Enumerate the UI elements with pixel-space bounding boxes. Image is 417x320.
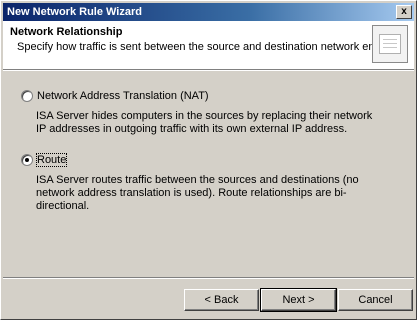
page-subtitle: Specify how traffic is sent between the … bbox=[17, 41, 401, 53]
route-option[interactable]: Route bbox=[21, 153, 68, 167]
nat-option[interactable]: Network Address Translation (NAT) bbox=[21, 90, 209, 102]
next-button[interactable]: Next > bbox=[260, 288, 337, 312]
header-divider bbox=[3, 69, 414, 71]
back-button[interactable]: < Back bbox=[184, 289, 259, 311]
route-radio-button[interactable] bbox=[21, 154, 33, 166]
wizard-page-icon bbox=[372, 25, 408, 63]
cancel-button[interactable]: Cancel bbox=[338, 289, 413, 311]
route-option-label[interactable]: Route bbox=[35, 153, 68, 167]
footer-divider bbox=[3, 277, 414, 279]
title-bar[interactable]: New Network Rule Wizard x bbox=[3, 3, 414, 21]
wizard-window: New Network Rule Wizard x Network Relati… bbox=[0, 0, 417, 320]
page-title: Network Relationship bbox=[10, 26, 123, 38]
window-title: New Network Rule Wizard bbox=[7, 6, 142, 18]
nat-radio-button[interactable] bbox=[21, 90, 33, 102]
nat-description: ISA Server hides computers in the source… bbox=[36, 110, 373, 135]
nat-option-label[interactable]: Network Address Translation (NAT) bbox=[37, 90, 209, 102]
wizard-header: Network Relationship Specify how traffic… bbox=[3, 21, 414, 69]
route-description: ISA Server routes traffic between the so… bbox=[36, 174, 359, 212]
close-button[interactable]: x bbox=[396, 5, 412, 19]
